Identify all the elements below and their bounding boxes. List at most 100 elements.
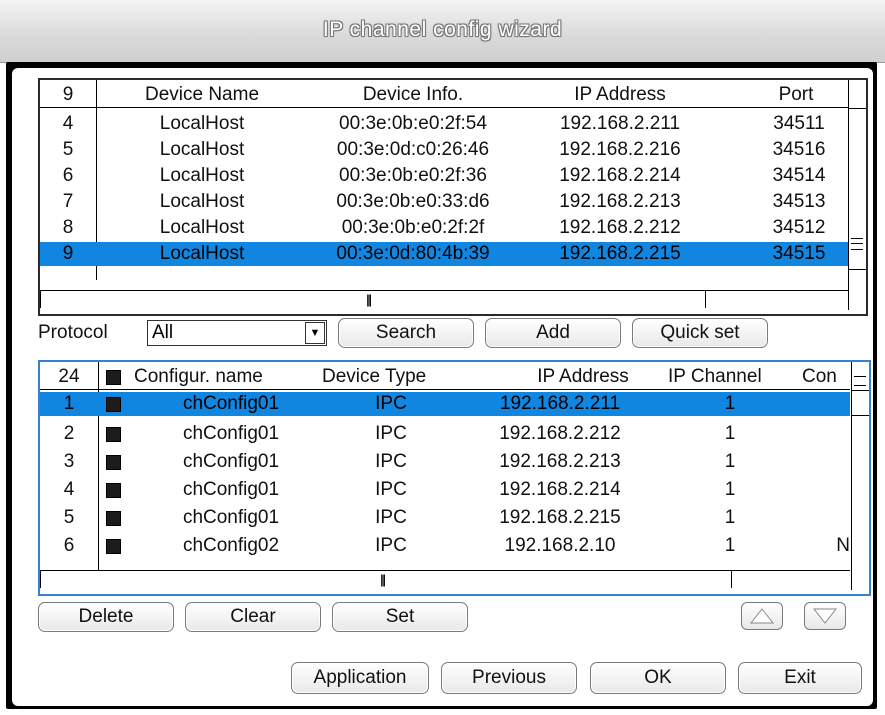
table-row[interactable]: 8 LocalHost 00:3e:0b:e0:2f:2f 192.168.2.… bbox=[40, 216, 848, 240]
row-checkbox-cell bbox=[106, 450, 121, 474]
previous-button[interactable]: Previous bbox=[441, 662, 577, 694]
row-device-info: 00:3e:0b:e0:2f:2f bbox=[341, 217, 485, 238]
row-port: 34512 bbox=[772, 217, 826, 238]
table-row-selected[interactable]: 9 LocalHost 00:3e:0d:80:4b:39 192.168.2.… bbox=[40, 242, 848, 266]
checkbox-icon[interactable] bbox=[106, 370, 121, 385]
device-list-header: 9 Device Name Device Info. IP Address Po… bbox=[40, 83, 848, 107]
row-index: 4 bbox=[62, 113, 74, 134]
header-checkbox bbox=[106, 365, 121, 389]
row-ip-address: 192.168.2.212 bbox=[499, 423, 621, 444]
header-ip-address: IP Address bbox=[537, 366, 629, 387]
row-device-info: 00:3e:0b:e0:2f:54 bbox=[339, 113, 487, 134]
row-device-type: IPC bbox=[375, 507, 407, 528]
table-row[interactable]: 7 LocalHost 00:3e:0b:e0:33:d6 192.168.2.… bbox=[40, 190, 848, 214]
triangle-down-icon bbox=[812, 608, 838, 624]
header-device-type: Device Type bbox=[322, 366, 427, 387]
row-device-info: 00:3e:0b:e0:2f:36 bbox=[339, 165, 487, 186]
horizontal-scrollbar[interactable]: ||| bbox=[40, 570, 850, 588]
row-device-type: IPC bbox=[375, 535, 407, 556]
row-con bbox=[810, 422, 850, 446]
header-index: 9 bbox=[62, 84, 74, 105]
search-button[interactable]: Search bbox=[338, 318, 474, 348]
horizontal-scrollbar[interactable]: ||| bbox=[40, 290, 848, 308]
table-row[interactable]: 5 LocalHost 00:3e:0d:c0:26:46 192.168.2.… bbox=[40, 138, 848, 162]
move-down-button[interactable] bbox=[804, 602, 846, 630]
add-button[interactable]: Add bbox=[485, 318, 621, 348]
row-ip-channel: 1 bbox=[724, 507, 736, 528]
ok-button[interactable]: OK bbox=[590, 662, 726, 694]
row-ip-address: 192.168.2.10 bbox=[504, 535, 616, 556]
row-device-info: 00:3e:0d:80:4b:39 bbox=[336, 243, 490, 264]
chevron-down-icon[interactable]: ▼ bbox=[305, 322, 325, 344]
row-index: 4 bbox=[63, 479, 75, 500]
row-device-type: IPC bbox=[375, 479, 407, 500]
table-row[interactable]: 6 chConfig02 IPC 192.168.2.10 1 N bbox=[40, 534, 850, 558]
row-port: 34516 bbox=[772, 139, 826, 160]
row-port: 34513 bbox=[772, 191, 826, 212]
table-row[interactable]: 3 chConfig01 IPC 192.168.2.213 1 bbox=[40, 450, 850, 474]
protocol-value: All bbox=[152, 322, 174, 343]
row-config-name: chConfig02 bbox=[182, 535, 280, 556]
header-ip-channel: IP Channel bbox=[668, 366, 762, 387]
row-index: 5 bbox=[63, 507, 75, 528]
protocol-select[interactable]: All ▼ bbox=[147, 320, 327, 346]
grip-icon: ||| bbox=[366, 292, 372, 307]
header-divider bbox=[40, 389, 850, 390]
table-row[interactable]: 4 chConfig01 IPC 192.168.2.214 1 bbox=[40, 478, 850, 502]
row-port: 34515 bbox=[772, 243, 826, 264]
row-ip-address: 192.168.2.214 bbox=[499, 479, 621, 500]
checkbox-icon[interactable] bbox=[106, 397, 121, 412]
header-ip-address: IP Address bbox=[574, 84, 666, 105]
vertical-scrollbar[interactable] bbox=[851, 362, 869, 590]
row-ip-address: 192.168.2.216 bbox=[559, 139, 681, 160]
row-ip-address: 192.168.2.211 bbox=[499, 393, 621, 414]
vertical-scrollbar[interactable] bbox=[848, 80, 866, 310]
row-con bbox=[810, 450, 850, 474]
row-device-name: LocalHost bbox=[159, 139, 245, 160]
checkbox-icon[interactable] bbox=[106, 511, 121, 526]
row-ip-channel: 1 bbox=[724, 451, 736, 472]
row-checkbox-cell bbox=[106, 392, 121, 416]
row-index: 2 bbox=[63, 423, 75, 444]
row-device-type: IPC bbox=[375, 423, 407, 444]
scrollbar-thumb[interactable] bbox=[852, 390, 869, 416]
application-button[interactable]: Application bbox=[291, 662, 429, 694]
clear-button[interactable]: Clear bbox=[185, 602, 321, 632]
row-ip-address: 192.168.2.213 bbox=[559, 191, 681, 212]
row-device-name: LocalHost bbox=[159, 113, 245, 134]
row-device-type: IPC bbox=[375, 451, 407, 472]
row-config-name: chConfig01 bbox=[182, 393, 280, 414]
row-ip-channel: 1 bbox=[724, 393, 736, 414]
table-row[interactable]: 5 chConfig01 IPC 192.168.2.215 1 bbox=[40, 506, 850, 530]
protocol-label: Protocol bbox=[38, 322, 108, 343]
quick-set-button[interactable]: Quick set bbox=[632, 318, 768, 348]
scrollbar-thumb[interactable] bbox=[40, 291, 706, 308]
row-index: 8 bbox=[62, 217, 74, 238]
header-port: Port bbox=[778, 84, 814, 105]
delete-button[interactable]: Delete bbox=[38, 602, 174, 632]
row-index: 6 bbox=[62, 165, 74, 186]
config-list: 2 4 Configur. name Device Type IP Address… bbox=[38, 360, 871, 596]
row-ip-channel: 1 bbox=[724, 423, 736, 444]
table-row-selected[interactable]: 1 chConfig01 IPC 192.168.2.211 1 bbox=[40, 392, 850, 416]
header-config-name: Configur. name bbox=[134, 366, 263, 387]
exit-button[interactable]: Exit bbox=[738, 662, 862, 694]
checkbox-icon[interactable] bbox=[106, 483, 121, 498]
row-ip-channel: 1 bbox=[724, 535, 736, 556]
table-row[interactable]: 4 LocalHost 00:3e:0b:e0:2f:54 192.168.2.… bbox=[40, 112, 848, 136]
checkbox-icon[interactable] bbox=[106, 427, 121, 442]
checkbox-icon[interactable] bbox=[106, 539, 121, 554]
row-index: 7 bbox=[62, 191, 74, 212]
row-port: 34511 bbox=[773, 113, 825, 134]
checkbox-icon[interactable] bbox=[106, 455, 121, 470]
table-row[interactable]: 2 chConfig01 IPC 192.168.2.212 1 bbox=[40, 422, 850, 446]
set-button[interactable]: Set bbox=[332, 602, 468, 632]
move-up-button[interactable] bbox=[741, 602, 783, 630]
row-index: 3 bbox=[63, 451, 75, 472]
scrollbar-thumb[interactable] bbox=[40, 571, 732, 588]
header-divider bbox=[40, 107, 848, 108]
config-list-header: 24 Configur. name Device Type IP Address… bbox=[40, 365, 850, 389]
title-bar: IP channel config wizard bbox=[0, 0, 885, 63]
table-row[interactable]: 6 LocalHost 00:3e:0b:e0:2f:36 192.168.2.… bbox=[40, 164, 848, 188]
row-device-name: LocalHost bbox=[159, 243, 245, 264]
